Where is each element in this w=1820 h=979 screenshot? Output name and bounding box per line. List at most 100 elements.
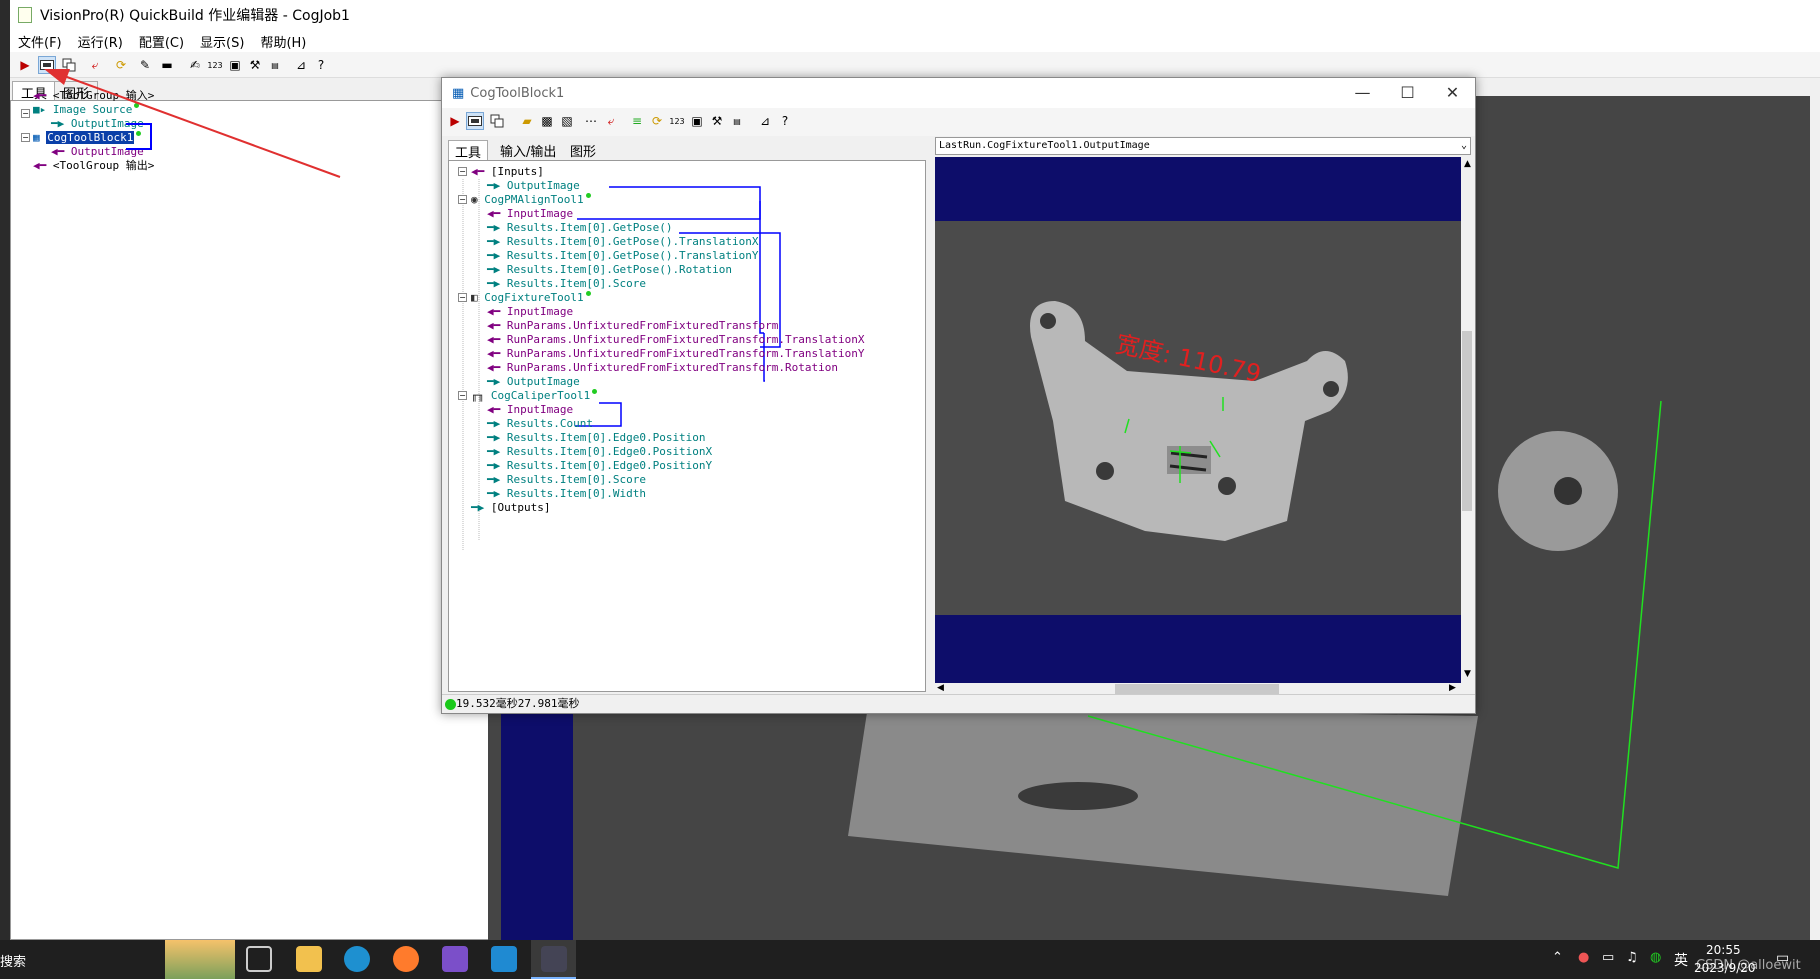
chevron-down-icon: ⌄ xyxy=(1460,140,1467,151)
tree-item-fixture-input[interactable]: ◀━ RunParams.UnfixturedFromFixturedTrans… xyxy=(487,333,865,347)
tree-item-pmalign-output[interactable]: ━▶ Results.Item[0].GetPose().Translation… xyxy=(487,249,759,263)
scroll-thumb[interactable] xyxy=(1115,684,1279,694)
menu-config[interactable]: 配置(C) xyxy=(131,32,192,51)
menu-view[interactable]: 显示(S) xyxy=(192,32,252,51)
tab-tools[interactable]: 工具 xyxy=(448,140,489,161)
network-icon[interactable]: ▭ xyxy=(1602,950,1614,965)
ime-indicator[interactable]: 英 xyxy=(1674,950,1688,970)
toolblock-icon: ▦ xyxy=(452,85,465,101)
edge-icon[interactable] xyxy=(344,946,370,972)
tree-item-inputs-output[interactable]: ━▶ OutputImage xyxy=(487,179,580,193)
tree-item-caliper-output[interactable]: ━▶ Results.Count xyxy=(487,417,593,431)
search-box[interactable]: 搜索 xyxy=(0,951,26,970)
collapse-icon[interactable]: − xyxy=(21,133,30,142)
image-vertical-scrollbar[interactable]: ▲ ▼ xyxy=(1461,157,1473,683)
vscode-icon[interactable] xyxy=(491,946,517,972)
menu-run[interactable]: 运行(R) xyxy=(70,32,131,51)
input-arrow-icon: ◀━ xyxy=(487,347,501,360)
tab-graphics[interactable]: 图形 xyxy=(564,140,602,160)
maximize-button[interactable]: ☐ xyxy=(1385,78,1430,108)
scroll-right-icon[interactable]: ▶ xyxy=(1449,683,1456,693)
menu-bar: 文件(F) 运行(R) 配置(C) 显示(S) 帮助(H) xyxy=(10,30,1820,52)
tree-item-fixture-input[interactable]: ◀━ RunParams.UnfixturedFromFixturedTrans… xyxy=(487,361,838,375)
collapse-icon[interactable]: − xyxy=(458,391,467,400)
run-time: 19.532毫秒27.981毫秒 xyxy=(456,697,580,710)
tree-item-fixture[interactable]: ◧ CogFixtureTool1 xyxy=(471,291,591,305)
window-title: VisionPro(R) QuickBuild 作业编辑器 - CogJob1 xyxy=(40,8,350,24)
help-icon[interactable]: ? xyxy=(776,112,794,130)
tree-item-caliper-output[interactable]: ━▶ Results.Item[0].Edge0.PositionX xyxy=(487,445,712,459)
volume-icon[interactable]: ♫ xyxy=(1626,950,1638,965)
dots-icon[interactable]: ⋯ xyxy=(582,112,600,130)
measure-icon[interactable]: ⊿ xyxy=(756,112,774,130)
task-view-icon[interactable] xyxy=(246,946,272,972)
scroll-thumb[interactable] xyxy=(1462,331,1472,511)
file-explorer-icon[interactable] xyxy=(296,946,322,972)
tree-item-caliper-output[interactable]: ━▶ Results.Item[0].Width xyxy=(487,487,646,501)
copy-icon[interactable] xyxy=(488,112,506,130)
tab-io[interactable]: 输入/输出 xyxy=(494,140,562,160)
toolblock-title: CogToolBlock1 xyxy=(470,85,565,101)
tree-item-pmalign-output[interactable]: ━▶ Results.Item[0].Score xyxy=(487,277,646,291)
settings-icon[interactable]: ▧ xyxy=(558,112,576,130)
app-icon xyxy=(18,7,32,23)
chevron-up-icon[interactable]: ⌃ xyxy=(1552,950,1563,965)
run-icon[interactable]: ▶ xyxy=(446,112,464,130)
title-bar: VisionPro(R) QuickBuild 作业编辑器 - CogJob1 xyxy=(10,0,1820,30)
counter-icon[interactable]: 123 xyxy=(668,112,686,130)
tree-item-pmalign-output[interactable]: ━▶ Results.Item[0].GetPose().Translation… xyxy=(487,235,759,249)
collapse-icon[interactable]: − xyxy=(458,167,467,176)
clock-time[interactable]: 20:55 xyxy=(1706,943,1741,957)
collapse-icon[interactable]: − xyxy=(21,109,30,118)
scroll-down-icon[interactable]: ▼ xyxy=(1464,669,1471,679)
tree-item-outputs[interactable]: ━▶ [Outputs] xyxy=(471,501,550,515)
menu-help[interactable]: 帮助(H) xyxy=(252,32,314,51)
image-icon[interactable]: ▤ xyxy=(728,112,746,130)
scroll-up-icon[interactable]: ▲ xyxy=(1464,159,1471,169)
tree-item-fixture-input[interactable]: ◀━ RunParams.UnfixturedFromFixturedTrans… xyxy=(487,347,865,361)
image-selector[interactable]: LastRun.CogFixtureTool1.OutputImage ⌄ xyxy=(935,137,1471,155)
image-display[interactable]: 宽度: 110.79 xyxy=(935,157,1461,683)
tree-item-caliper-output[interactable]: ━▶ Results.Item[0].Edge0.Position xyxy=(487,431,706,445)
tree-item-caliper-input[interactable]: ◀━ InputImage xyxy=(487,403,573,417)
menu-file[interactable]: 文件(F) xyxy=(10,32,70,51)
visual-studio-icon[interactable] xyxy=(442,946,468,972)
display-icon[interactable]: ▣ xyxy=(688,112,706,130)
taskbar-item-active[interactable] xyxy=(531,940,576,979)
tree-item-inputs[interactable]: ◀━ [Inputs] xyxy=(471,165,544,179)
refresh-icon[interactable]: ⟳ xyxy=(648,112,666,130)
tree-item-fixture-output[interactable]: ━▶ OutputImage xyxy=(487,375,580,389)
tree-item-caliper[interactable]: ╓╖ CogCaliperTool1 xyxy=(471,389,598,403)
firefox-icon[interactable] xyxy=(393,946,419,972)
wechat-icon[interactable]: ◍ xyxy=(1650,950,1661,965)
input-arrow-icon: ◀━ xyxy=(487,305,501,318)
tree-item-pmalign-output[interactable]: ━▶ Results.Item[0].GetPose().Rotation xyxy=(487,263,732,277)
tree-item-pmalign-input[interactable]: ◀━ InputImage xyxy=(487,207,573,221)
tree-item-pmalign-output[interactable]: ━▶ Results.Item[0].GetPose() xyxy=(487,221,672,235)
notification-icon[interactable]: ▭ xyxy=(1776,950,1789,966)
tree-item-fixture-input[interactable]: ◀━ InputImage xyxy=(487,305,573,319)
input-arrow-icon: ◀━ xyxy=(487,403,501,416)
database-icon[interactable]: ≡ xyxy=(628,112,646,130)
collapse-icon[interactable]: − xyxy=(458,195,467,204)
scroll-left-icon[interactable]: ◀ xyxy=(937,683,944,693)
tray-app-icon[interactable]: ● xyxy=(1578,950,1589,965)
close-button[interactable]: ✕ xyxy=(1430,78,1475,108)
tools-icon[interactable]: ⚒ xyxy=(708,112,726,130)
output-arrow-icon: ━▶ xyxy=(487,277,501,290)
open-icon[interactable]: ▰ xyxy=(518,112,536,130)
minimize-button[interactable]: — xyxy=(1340,78,1385,108)
tree-item-caliper-output[interactable]: ━▶ Results.Item[0].Score xyxy=(487,473,646,487)
tree-item-pmalign[interactable]: ◉ CogPMAlignTool1 xyxy=(471,193,591,207)
input-arrow-icon: ◀━ xyxy=(471,165,485,178)
tree-item-caliper-output[interactable]: ━▶ Results.Item[0].Edge0.PositionY xyxy=(487,459,712,473)
show-inputs-icon[interactable] xyxy=(466,112,484,130)
collapse-icon[interactable]: − xyxy=(458,293,467,302)
toolblock-tree: − ◀━ [Inputs] ━▶ OutputImage − ◉ CogPMAl… xyxy=(448,160,926,692)
input-arrow-icon: ◀━ xyxy=(487,361,501,374)
save-icon[interactable]: ▩ xyxy=(538,112,556,130)
tree-item-fixture-input[interactable]: ◀━ RunParams.UnfixturedFromFixturedTrans… xyxy=(487,319,778,333)
reset-icon[interactable]: ⤶ xyxy=(602,112,620,130)
clock-date[interactable]: 2023/9/20 xyxy=(1694,961,1756,975)
input-arrow-icon: ◀━ xyxy=(487,333,501,346)
